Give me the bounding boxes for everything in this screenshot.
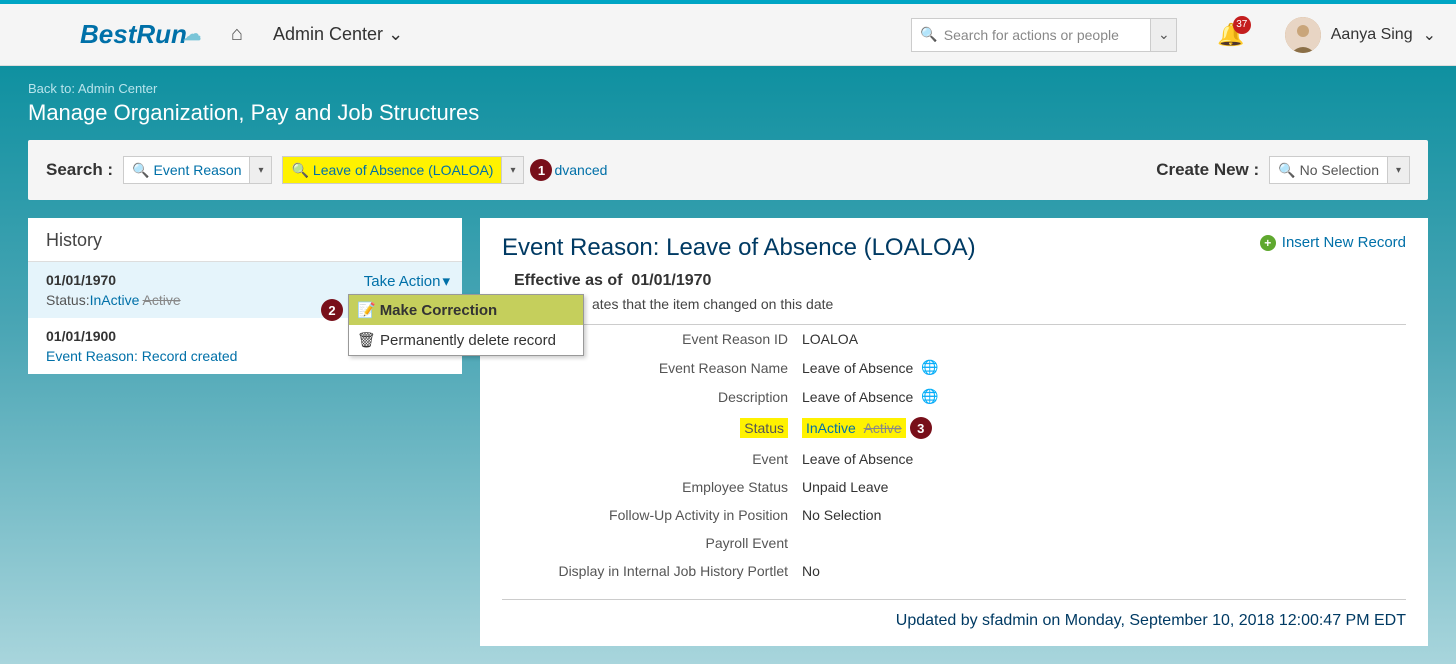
search-icon: 🔍 [920,26,937,43]
updated-by: Updated by sfadmin on Monday, September … [502,599,1406,630]
avatar [1285,17,1321,53]
user-name: Aanya Sing [1331,26,1413,44]
insert-new-record[interactable]: + Insert New Record [1260,234,1406,251]
take-action-link[interactable]: Take Action ▾ [364,272,450,290]
notification-badge: 37 [1233,16,1251,34]
field-display-portlet: Display in Internal Job History Portlet … [502,557,1406,585]
notifications[interactable]: 🔔 37 [1217,22,1244,48]
breadcrumb-area: Back to: Admin Center Manage Organizatio… [0,66,1456,140]
logo-text: BestRun [80,19,187,50]
create-new-label: Create New : [1156,160,1259,180]
content-area: History 01/01/1970 Status:InActive Activ… [0,200,1456,664]
chevron-down-icon: ⌄ [388,24,403,45]
nav-admin-center[interactable]: Admin Center ⌄ [273,24,403,45]
callout-1: 1 [530,159,552,181]
search-label: Search : [46,160,113,180]
top-bar: BestRun ☁ ⌂ Admin Center ⌄ 🔍 Search for … [0,4,1456,66]
create-new-value: No Selection [1300,162,1379,178]
field-status: Status InActive Active 3 [502,411,1406,445]
field-event: Event Leave of Absence [502,445,1406,473]
cloud-icon: ☁ [183,24,201,45]
plus-icon: + [1260,235,1276,251]
field-description: Description Leave of Absence🌐 [502,382,1406,411]
caret-down-icon: ▾ [442,272,450,290]
history-panel: History 01/01/1970 Status:InActive Activ… [28,218,462,374]
callout-2: 2 [321,299,343,321]
field-event-reason-id: Event Reason ID LOALOA [502,325,1406,353]
trash-icon: 🗑 [357,331,376,349]
page-title: Manage Organization, Pay and Job Structu… [28,100,1428,126]
filter1-text: Event Reason [154,162,242,178]
history-item-active[interactable]: 01/01/1970 Status:InActive Active Take A… [28,262,462,318]
change-note: ates that the item changed on this date [502,290,1406,325]
global-search[interactable]: 🔍 Search for actions or people [911,18,1151,52]
create-new-select[interactable]: 🔍 No Selection [1269,156,1388,184]
filter-event-reason[interactable]: 🔍 Event Reason [123,156,250,184]
search-icon: 🔍 [1278,162,1295,179]
globe-icon[interactable]: 🌐 [921,388,938,405]
filter2-dropdown[interactable]: ▾ [502,156,524,184]
detail-title: Event Reason: Leave of Absence (LOALOA) [502,234,976,262]
menu-make-correction[interactable]: 2 📝 Make Correction [349,295,583,325]
create-new-dropdown[interactable]: ▾ [1388,156,1410,184]
effective-date: Effective as of 01/01/1970 [502,272,1406,290]
nav-label: Admin Center [273,24,383,45]
filter2-text: Leave of Absence (LOALOA) [313,162,494,178]
filter1-dropdown[interactable]: ▾ [250,156,272,184]
history-title: History [28,218,462,262]
callout-3: 3 [910,417,932,439]
filter-leave-of-absence[interactable]: 🔍 Leave of Absence (LOALOA) [282,156,502,184]
chevron-down-icon: ⌄ [1423,25,1436,45]
field-event-reason-name: Event Reason Name Leave of Absence🌐 [502,353,1406,382]
logo[interactable]: BestRun ☁ [80,19,201,50]
advanced-link[interactable]: dvanced [554,162,607,178]
field-follow-up: Follow-Up Activity in Position No Select… [502,501,1406,529]
field-employee-status: Employee Status Unpaid Leave [502,473,1406,501]
search-placeholder: Search for actions or people [944,27,1119,43]
home-icon[interactable]: ⌂ [231,23,243,46]
search-bar: Search : 🔍 Event Reason ▾ 🔍 Leave of Abs… [28,140,1428,200]
take-action-menu: 2 📝 Make Correction 🗑 Permanently delete… [348,294,584,356]
breadcrumb-back[interactable]: Back to: Admin Center [28,81,157,96]
search-icon: 🔍 [291,162,308,179]
edit-icon: 📝 [357,301,376,319]
globe-icon[interactable]: 🌐 [921,359,938,376]
field-payroll-event: Payroll Event [502,529,1406,557]
detail-panel: Event Reason: Leave of Absence (LOALOA) … [480,218,1428,646]
search-dropdown[interactable]: ⌄ [1151,18,1177,52]
search-icon: 🔍 [132,162,149,179]
menu-delete-record[interactable]: 🗑 Permanently delete record [349,325,583,355]
user-menu[interactable]: Aanya Sing ⌄ [1285,17,1436,53]
